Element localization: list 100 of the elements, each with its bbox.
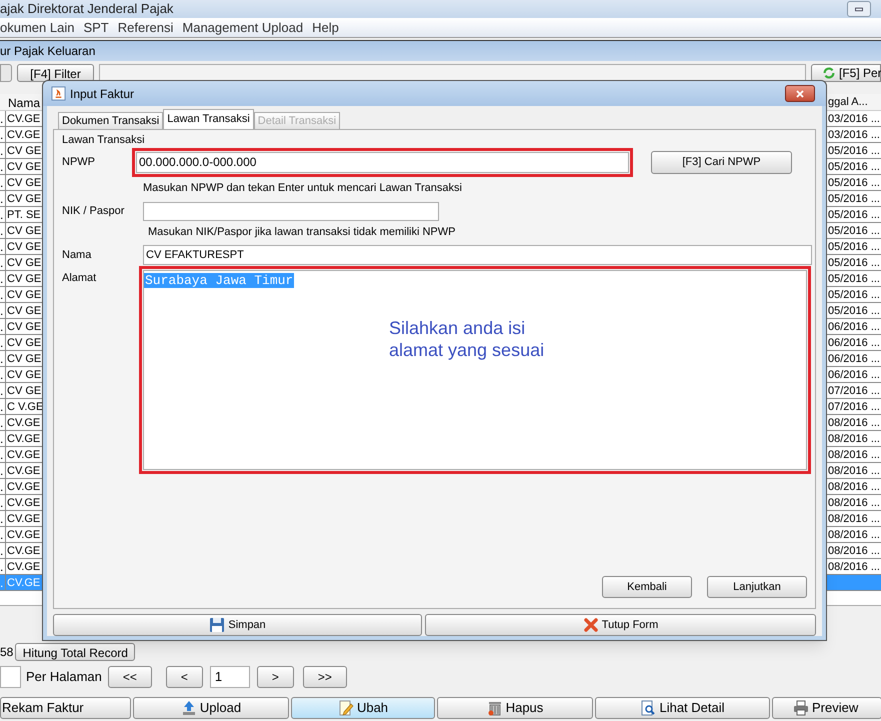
action-button[interactable]: Upload: [133, 697, 289, 719]
field-label: Alamat: [62, 271, 98, 286]
table-cell: CV.GE: [5, 111, 40, 126]
address-field[interactable]: Surabaya Jawa Timur Silahkan anda isi alamat yang sesuai: [143, 270, 807, 470]
table-cell-text: .: [0, 447, 4, 462]
nama-field[interactable]: CV EFAKTURESPT: [143, 245, 812, 265]
group-title: Lawan Transaksi: [62, 134, 146, 147]
table-cell: CV.GE: [5, 511, 40, 526]
table-cell: CV GE: [5, 367, 42, 382]
table-cell: CV.GE: [5, 431, 40, 446]
table-cell: CV.GE: [5, 463, 40, 478]
table-cell: CV GE: [5, 191, 42, 206]
table-cell-text: 08/2016 ...: [828, 416, 881, 430]
menu-item[interactable]: Help: [312, 18, 339, 38]
close-icon: [582, 617, 599, 633]
table-cell-text: .: [0, 223, 4, 238]
action-button[interactable]: Rekam Faktur: [0, 697, 131, 719]
menu-item[interactable]: Management Upload: [182, 18, 304, 38]
tab[interactable]: Dokumen Transaksi: [58, 112, 164, 129]
footer-button[interactable]: Simpan: [53, 614, 422, 636]
table-cell: CV.GE: [5, 479, 40, 494]
table-cell: CV GE: [5, 271, 42, 286]
trash-icon: [486, 700, 503, 716]
table-cell: CV GE: [5, 159, 42, 174]
table-cell-text: .: [0, 335, 4, 350]
table-cell: CV.GE: [5, 127, 40, 142]
count-button[interactable]: Hitung Total Record: [15, 643, 136, 661]
table-cell-text: .: [0, 511, 4, 526]
table-cell: CV.GE: [5, 495, 40, 510]
field-label: Nama: [62, 248, 92, 263]
table-cell-text: 06/2016 ...: [828, 320, 881, 334]
per-page-label: Per Halaman: [26, 668, 102, 686]
table-cell: CV GE: [5, 239, 42, 254]
table-cell-text: 08/2016 ...: [828, 448, 881, 462]
table-cell: CV GE: [5, 143, 42, 158]
table-cell-text: .: [0, 495, 4, 510]
column-header: Nama: [7, 95, 42, 110]
table-cell-text: 05/2016 ...: [828, 256, 881, 270]
table-cell-text: .: [0, 543, 4, 558]
page-button[interactable]: >>: [302, 666, 347, 688]
java-cup-icon: [51, 86, 66, 101]
close-button[interactable]: [785, 85, 815, 102]
nav-button[interactable]: Lanjutkan: [707, 576, 807, 598]
table-cell-text: 05/2016 ...: [828, 192, 881, 206]
table-cell-text: 07/2016 ...: [828, 400, 881, 414]
table-cell-text: 05/2016 ...: [828, 160, 881, 174]
table-cell-text: 06/2016 ...: [828, 352, 881, 366]
table-cell-text: 05/2016 ...: [828, 208, 881, 222]
menu-item[interactable]: okumen Lain: [0, 18, 74, 38]
table-cell-text: 05/2016 ...: [828, 304, 881, 318]
table-cell-text: 08/2016 ...: [828, 512, 881, 526]
table-cell-text: .: [0, 143, 4, 158]
table-cell-text: 03/2016 ...: [828, 128, 881, 142]
page-button[interactable]: <<: [108, 666, 152, 688]
record-count: 58: [0, 644, 14, 661]
table-cell-text: 08/2016 ...: [828, 496, 881, 510]
filter-button[interactable]: [F4] Filter: [17, 64, 94, 82]
table-cell-text: 08/2016 ...: [828, 432, 881, 446]
menu-item[interactable]: Referensi: [118, 18, 174, 38]
menu-item[interactable]: SPT: [83, 18, 109, 38]
tab[interactable]: Lawan Transaksi: [163, 109, 254, 129]
dialog-title: Input Faktur: [70, 86, 134, 102]
table-cell: CV GE: [5, 303, 42, 318]
table-cell-text: 08/2016 ...: [828, 544, 881, 558]
action-button[interactable]: Lihat Detail: [595, 697, 770, 719]
printer-icon: [793, 700, 809, 716]
pencil-icon: [338, 700, 354, 716]
table-cell-text: .: [0, 431, 4, 446]
npwp-field[interactable]: 00.000.000.0-000.000: [136, 152, 629, 172]
action-button[interactable]: Ubah: [291, 697, 435, 719]
table-cell: CV GE: [5, 255, 42, 270]
hint-text: Masukan NIK/Paspor jika lawan transaksi tidak memiliki NPWP: [148, 224, 456, 240]
field-label: NIK / Paspor: [62, 204, 126, 219]
table-cell-text: .: [0, 559, 4, 574]
page-button[interactable]: >: [256, 666, 294, 688]
footer-button[interactable]: Tutup Form: [425, 614, 816, 636]
table-cell-text: .: [0, 463, 4, 478]
table-cell-text: .: [0, 159, 4, 174]
table-cell-text: 08/2016 ...: [828, 528, 881, 542]
search-npwp-button[interactable]: [F3] Cari NPWP: [651, 150, 792, 174]
nik-field[interactable]: [143, 202, 439, 220]
page-button[interactable]: <: [166, 666, 203, 688]
table-cell-text: 08/2016 ...: [828, 560, 881, 574]
nav-button[interactable]: Kembali: [602, 576, 692, 598]
minimize-button[interactable]: [847, 1, 871, 17]
table-cell-text: 05/2016 ...: [828, 224, 881, 238]
page-field[interactable]: 1: [210, 666, 250, 688]
table-cell-text: .: [0, 383, 4, 398]
action-button[interactable]: Preview: [772, 697, 881, 719]
frame-title: ur Pajak Keluaran: [0, 43, 96, 60]
table-cell-text: .: [0, 479, 4, 494]
action-button[interactable]: Hapus: [437, 697, 593, 719]
per-page-field[interactable]: [0, 666, 21, 688]
table-cell-text: 08/2016 ...: [828, 480, 881, 494]
table-cell: CV.GE: [5, 447, 40, 462]
table-cell: CV GE: [5, 335, 42, 350]
refresh-icon: [822, 66, 836, 80]
table-cell-text: .: [0, 303, 4, 318]
table-cell: CV GE: [5, 383, 42, 398]
table-cell-text: 05/2016 ...: [828, 176, 881, 190]
